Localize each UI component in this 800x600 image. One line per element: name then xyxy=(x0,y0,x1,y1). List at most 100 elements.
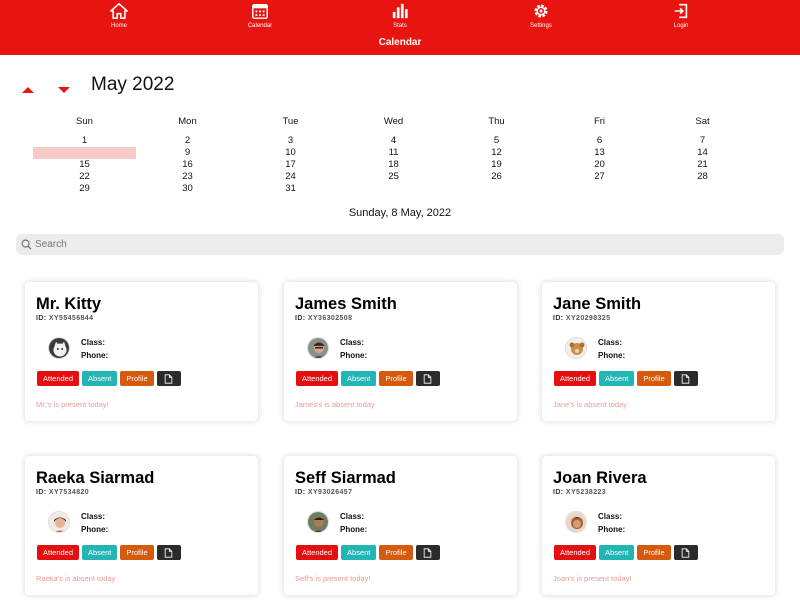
attendance-status: James's is absent today xyxy=(295,400,375,409)
calendar-day[interactable]: 29 xyxy=(33,183,136,195)
calendar-day[interactable]: 13 xyxy=(548,147,651,159)
calendar-day[interactable]: 4 xyxy=(342,135,445,147)
calendar-day[interactable]: 12 xyxy=(445,147,548,159)
calendar-day[interactable]: 18 xyxy=(342,159,445,171)
calendar-day[interactable]: 31 xyxy=(239,183,342,195)
document-button[interactable] xyxy=(673,371,698,386)
class-label: Class: xyxy=(81,338,106,347)
document-button[interactable] xyxy=(156,371,181,386)
profile-button[interactable]: Profile xyxy=(120,371,154,386)
calendar-day[interactable]: 14 xyxy=(651,147,754,159)
absent-button[interactable]: Absent xyxy=(341,545,377,560)
attended-button[interactable]: Attended xyxy=(554,545,597,560)
selected-date-label: Sunday, 8 May, 2022 xyxy=(348,207,452,219)
weekday-label: Mon xyxy=(178,116,197,127)
nav-login[interactable]: Login xyxy=(651,2,711,29)
nav-settings[interactable]: Settings xyxy=(511,2,571,29)
absent-button[interactable]: Absent xyxy=(341,371,377,386)
card-actions: Attended Absent Profile xyxy=(37,371,181,386)
calendar-day[interactable]: 30 xyxy=(136,183,239,195)
nav-stats-label: Stats xyxy=(393,23,407,29)
avatar xyxy=(565,511,587,533)
id-label: ID: xyxy=(36,489,47,496)
student-card: Jane Smith ID: XY20298325 Class: Phone: … xyxy=(542,282,775,421)
calendar-day[interactable]: 9 xyxy=(136,147,239,159)
student-id: ID: XY20298325 xyxy=(553,315,610,322)
student-card: Mr. Kitty ID: XY55456844 Class: Phone: A… xyxy=(25,282,258,421)
student-card: James Smith ID: XY36302508 Class: Phone:… xyxy=(284,282,517,421)
document-icon xyxy=(423,547,432,558)
avatar xyxy=(48,337,70,359)
profile-button[interactable]: Profile xyxy=(120,545,154,560)
weekday-label: Sat xyxy=(695,116,710,127)
settings-icon xyxy=(534,4,548,18)
calendar-day[interactable]: 20 xyxy=(548,159,651,171)
nav-stats[interactable]: Stats xyxy=(370,2,430,29)
nav-settings-label: Settings xyxy=(530,23,552,29)
calendar-day[interactable]: 7 xyxy=(651,135,754,147)
student-info: Class: Phone: xyxy=(598,337,625,362)
calendar-day[interactable]: 3 xyxy=(239,135,342,147)
next-month-arrow-icon[interactable] xyxy=(58,87,70,93)
calendar-day[interactable]: 6 xyxy=(548,135,651,147)
document-button[interactable] xyxy=(673,545,698,560)
calendar-day[interactable]: 19 xyxy=(445,159,548,171)
absent-button[interactable]: Absent xyxy=(599,371,635,386)
document-button[interactable] xyxy=(415,371,440,386)
calendar-day[interactable]: 24 xyxy=(239,171,342,183)
calendar-day[interactable]: 15 xyxy=(33,159,136,171)
calendar-day-selected[interactable]: 8 xyxy=(33,147,136,159)
weekday-label: Wed xyxy=(383,116,404,127)
student-name: Raeka Siarmad xyxy=(36,469,155,487)
attended-button[interactable]: Attended xyxy=(37,545,80,560)
class-label: Class: xyxy=(598,512,623,521)
attended-button[interactable]: Attended xyxy=(37,371,80,386)
document-button[interactable] xyxy=(415,545,440,560)
nav-calendar[interactable]: Calendar xyxy=(230,2,290,29)
absent-button[interactable]: Absent xyxy=(599,545,635,560)
nav-home[interactable]: Home xyxy=(89,2,149,29)
profile-button[interactable]: Profile xyxy=(637,371,671,386)
attended-button[interactable]: Attended xyxy=(296,371,339,386)
student-id: ID: XY7534820 xyxy=(36,489,89,496)
id-label: ID: xyxy=(553,489,564,496)
attended-button[interactable]: Attended xyxy=(296,545,339,560)
absent-button[interactable]: Absent xyxy=(82,545,118,560)
calendar-day[interactable]: 1 xyxy=(33,135,136,147)
calendar-day[interactable]: 5 xyxy=(445,135,548,147)
calendar-day[interactable]: 17 xyxy=(239,159,342,171)
student-info: Class: Phone: xyxy=(81,337,108,362)
calendar-day[interactable]: 21 xyxy=(651,159,754,171)
calendar-day[interactable]: 2 xyxy=(136,135,239,147)
absent-button[interactable]: Absent xyxy=(82,371,118,386)
search-input[interactable] xyxy=(35,239,735,250)
home-icon xyxy=(110,2,128,20)
document-button[interactable] xyxy=(156,545,181,560)
profile-button[interactable]: Profile xyxy=(379,545,413,560)
student-id: ID: XY36302508 xyxy=(295,315,352,322)
attended-button[interactable]: Attended xyxy=(554,371,597,386)
calendar-day[interactable]: 11 xyxy=(342,147,445,159)
profile-button[interactable]: Profile xyxy=(637,545,671,560)
calendar-day[interactable]: 28 xyxy=(651,171,754,183)
calendar-day[interactable]: 22 xyxy=(33,171,136,183)
calendar-day[interactable]: 25 xyxy=(342,171,445,183)
student-name: Jane Smith xyxy=(553,295,642,313)
weekday-label: Sun xyxy=(76,116,93,127)
search-bar xyxy=(16,234,784,255)
weekday-label: Tue xyxy=(282,116,299,127)
calendar-day[interactable]: 23 xyxy=(136,171,239,183)
calendar-day[interactable]: 16 xyxy=(136,159,239,171)
phone-label: Phone: xyxy=(598,524,626,534)
calendar-day[interactable]: 10 xyxy=(239,147,342,159)
page-title: Calendar xyxy=(378,37,422,48)
calendar-day[interactable]: 26 xyxy=(445,171,548,183)
previous-month-arrow-icon[interactable] xyxy=(22,87,34,93)
profile-button[interactable]: Profile xyxy=(379,371,413,386)
avatar xyxy=(307,511,329,533)
student-info: Class: Phone: xyxy=(340,337,367,362)
student-id-value: XY36302508 xyxy=(307,315,353,322)
card-actions: Attended Absent Profile xyxy=(296,545,440,560)
calendar-day[interactable]: 27 xyxy=(548,171,651,183)
calendar-icon xyxy=(252,3,268,19)
